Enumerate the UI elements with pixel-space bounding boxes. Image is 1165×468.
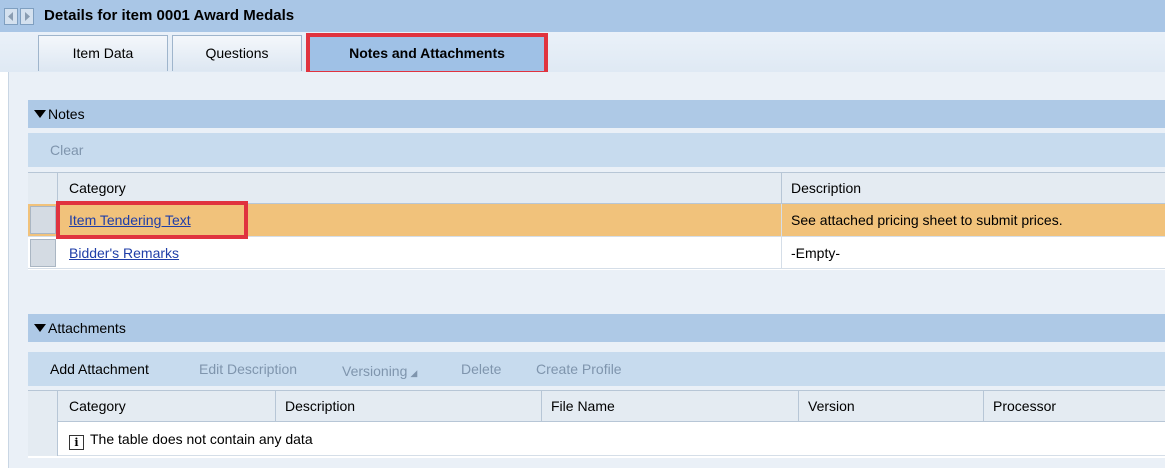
- tab-notes-and-attachments[interactable]: Notes and Attachments: [308, 35, 546, 71]
- edit-description-button[interactable]: Edit Description: [199, 352, 297, 386]
- row-selector[interactable]: [30, 239, 56, 267]
- column-header-category[interactable]: Category: [69, 391, 126, 421]
- notes-toolbar: Clear: [28, 133, 1165, 167]
- delete-button[interactable]: Delete: [461, 352, 501, 386]
- notes-section-header[interactable]: Notes: [28, 100, 1165, 128]
- dropdown-arrow-icon: ◢: [410, 368, 418, 378]
- versioning-menu[interactable]: Versioning ◢: [342, 354, 417, 390]
- bidders-remarks-link[interactable]: Bidder's Remarks: [69, 245, 179, 261]
- clear-button[interactable]: Clear: [50, 133, 83, 167]
- tab-item-data-label: Item Data: [72, 45, 134, 61]
- row-description: -Empty-: [791, 245, 840, 261]
- column-separator: [983, 391, 984, 422]
- empty-table-row: i The table does not contain any data: [28, 422, 1165, 456]
- column-header-version[interactable]: Version: [808, 391, 855, 421]
- attachments-table-header: Category Description File Name Version P…: [28, 390, 1165, 422]
- column-separator: [781, 173, 782, 204]
- attachments-header-label: Attachments: [48, 320, 126, 336]
- tab-item-data[interactable]: Item Data: [38, 35, 168, 71]
- back-button[interactable]: [4, 8, 18, 25]
- column-header-description[interactable]: Description: [791, 173, 861, 203]
- info-icon: i: [69, 435, 84, 450]
- empty-message: i The table does not contain any data: [69, 423, 313, 455]
- title-bar: Details for item 0001 Award Medals: [0, 0, 1165, 32]
- table-row[interactable]: Bidder's Remarks -Empty-: [28, 237, 1165, 269]
- create-profile-button[interactable]: Create Profile: [536, 352, 622, 386]
- tab-notes-and-attachments-label: Notes and Attachments: [349, 45, 505, 61]
- row-description: See attached pricing sheet to submit pri…: [791, 212, 1063, 228]
- collapse-triangle-icon: [34, 324, 46, 332]
- column-header-description[interactable]: Description: [285, 391, 355, 421]
- notes-header-label: Notes: [48, 106, 85, 122]
- notes-table: Category Description Item Tendering Text…: [28, 172, 1165, 270]
- row-selector[interactable]: [30, 206, 56, 234]
- empty-message-text: The table does not contain any data: [90, 431, 313, 447]
- table-row[interactable]: Item Tendering Text See attached pricing…: [28, 204, 1165, 237]
- item-tendering-text-link[interactable]: Item Tendering Text: [69, 212, 191, 228]
- column-header-category[interactable]: Category: [69, 173, 126, 203]
- row-selector: [28, 422, 58, 456]
- column-separator: [781, 204, 782, 269]
- tab-strip: Item Data Questions Notes and Attachment…: [0, 32, 1165, 72]
- attachments-section-header[interactable]: Attachments: [28, 314, 1165, 342]
- versioning-label: Versioning: [342, 363, 408, 379]
- add-attachment-button[interactable]: Add Attachment: [50, 352, 149, 386]
- notes-table-header: Category Description: [28, 172, 1165, 204]
- column-header-processor[interactable]: Processor: [993, 391, 1056, 421]
- column-separator: [275, 391, 276, 422]
- collapse-triangle-icon: [34, 110, 46, 118]
- column-header-file-name[interactable]: File Name: [551, 391, 615, 421]
- column-separator: [541, 391, 542, 422]
- chevron-left-icon: [8, 12, 13, 21]
- attachments-table: Category Description File Name Version P…: [28, 390, 1165, 458]
- attachments-toolbar: Add Attachment Edit Description Versioni…: [28, 352, 1165, 386]
- chevron-right-icon: [25, 12, 30, 21]
- forward-button[interactable]: [20, 8, 34, 25]
- tab-questions[interactable]: Questions: [172, 35, 302, 71]
- tab-questions-label: Questions: [205, 45, 269, 61]
- column-separator: [798, 391, 799, 422]
- select-all-cell[interactable]: [28, 391, 58, 422]
- window-title: Details for item 0001 Award Medals: [44, 7, 295, 24]
- select-all-cell[interactable]: [28, 173, 58, 204]
